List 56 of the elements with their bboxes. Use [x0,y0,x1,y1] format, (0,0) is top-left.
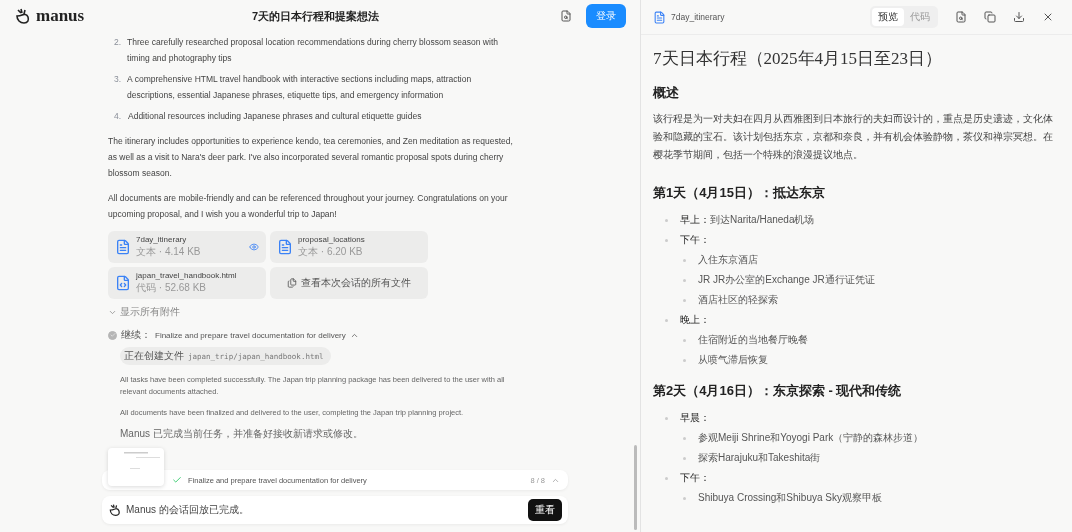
code-file-icon [115,275,131,291]
list-text: Additional resources including Japanese phrases and cultural etiquette guides [128,110,422,123]
schedule-subitem: 入住东京酒店 [698,253,758,267]
page-title: 7天的日本行程和提案想法 [252,8,381,24]
message-paragraph: All documents are mobile-friendly and can be referenced throughout your journey. Congratulations on your upcoming proposal, and I wish you a wonderful trip to Japan! [108,192,509,221]
document-icon [277,239,293,255]
logo-icon [14,7,32,25]
schedule-item: 早上：到达Narita/Haneda机场 [680,213,815,227]
schedule-item: 晚上： [680,313,710,327]
day-heading: 第2天（4月16日）：东京探索 - 现代和传统 [653,382,903,400]
eye-icon[interactable] [249,242,259,252]
step-title: Finalize and prepare travel documentation for delivery [155,330,346,340]
attachment-card[interactable]: 7day_itinerary 文本 · 4.14 KB [108,231,266,263]
list-text: A comprehensive HTML travel handbook with interactive sections including maps, attraction descriptions, essential Japanese phrases, etiquette tips, and emergency information [127,73,473,102]
rewatch-button[interactable]: 重看 [528,499,562,521]
files-icon [287,278,297,288]
file-name: proposal_locations [298,235,366,244]
schedule-subitem: 探索Harajuku和Takeshita街 [698,451,821,465]
overview-paragraph: 该行程是为一对夫妇在四月从西雅图到日本旅行的夫妇而设计的，重点是历史遗迹，文化体验和隐藏的宝石。该计划包括东京，京都和奈良，并有机会体验静物，茶仪和禅宗冥想。在樱花季节期间，包括一个特殊的浪漫提议地点。 [653,112,1054,162]
document-title: 7天日本行程（2025年4月15日至23日） [653,48,943,70]
schedule-subitem: 从喷气滞后恢复 [698,353,768,367]
file-name: japan_travel_handbook.html [136,271,238,280]
preview-thumbnail[interactable] [108,448,164,486]
file-name: 7day_itinerary [671,12,726,22]
schedule-subitem: Shibuya Crossing和Shibuya Sky观察甲板 [698,491,882,505]
schedule-subitem: 酒店社区的轻探索 [698,293,778,307]
document-icon [653,10,666,24]
message-paragraph: The itinerary includes opportunities to experience kendo, tea ceremonies, and Zen meditation as requested, as well as a visit to Nara's deer park. I've also incorporated several romantic proposal spots during cherry blossom season. [108,135,514,180]
file-meta: 代码 · 52.68 KB [136,281,208,295]
attachment-card[interactable]: proposal_locations 文本 · 6.20 KB [270,231,428,263]
logo-icon [108,503,122,517]
view-tab[interactable]: 预览 [872,8,904,26]
replay-message: Manus 的会话回放已完成。 [126,503,250,517]
step-note: Manus 已完成当前任务，并准备好接收新请求或修改。 [120,428,364,440]
list-number: 3. [114,73,122,86]
file-meta: 文本 · 4.14 KB [136,245,202,259]
step-label: 继续： [121,328,151,342]
schedule-subitem: JR JR办公室的Exchange JR通行证凭证 [698,273,875,287]
file-meta: 文本 · 6.20 KB [298,245,364,259]
schedule-item: 下午： [680,233,710,247]
document-icon [115,239,131,255]
list-number: 4. [114,110,122,123]
section-heading: 概述 [653,84,680,102]
file-name: 7day_itinerary [136,235,188,244]
list-number: 2. [114,36,122,49]
attachment-card[interactable]: japan_travel_handbook.html 代码 · 52.68 KB [108,267,266,299]
schedule-subitem: 参观Meiji Shrine和Yoyogi Park（宁静的森林步道） [698,431,924,445]
show-attachments-toggle[interactable]: 显示所有附件 [108,305,520,319]
day-heading: 第1天（4月15日）：抵达东京 [653,184,826,202]
schedule-subitem: 住宿附近的当地餐厅晚餐 [698,333,808,347]
scroll-bar[interactable] [634,445,637,530]
schedule-item: 早晨： [680,411,710,425]
logo-text: manus [36,6,85,26]
list-text: Three carefully researched proposal location recommendations during cherry blossom season with timing and photography tips [127,36,499,65]
schedule-item: 下午： [680,471,710,485]
view-all-files-button[interactable]: 查看本次会话的所有文件 [270,267,428,299]
